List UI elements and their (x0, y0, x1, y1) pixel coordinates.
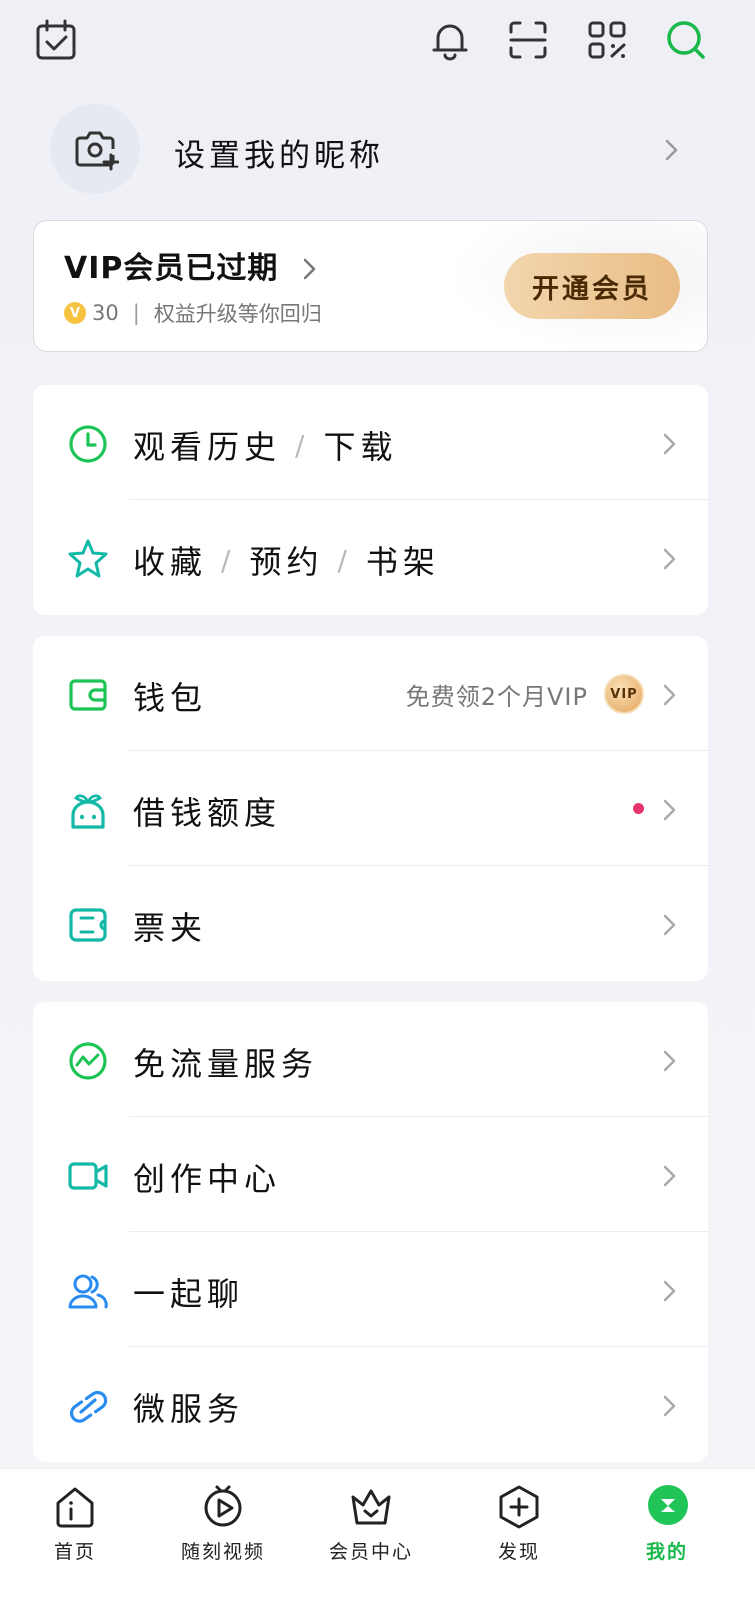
open-vip-button[interactable]: 开通会员 (504, 253, 680, 319)
vip-benefit-text: 权益升级等你回归 (153, 302, 322, 326)
menu-row-creator-center[interactable]: 创作中心 (33, 1117, 708, 1232)
qr-code-icon[interactable] (585, 18, 629, 62)
star-icon (67, 538, 109, 580)
vip-status-title[interactable]: VIP会员已过期 (64, 243, 278, 287)
plus-icon (497, 1483, 541, 1529)
loan-label: 借钱额度 (133, 794, 282, 832)
chevron-right-icon (662, 683, 678, 707)
nav-mine-label: 我的 (645, 1541, 688, 1563)
bookshelf-label[interactable]: 书架 (366, 537, 440, 583)
avatar[interactable] (50, 104, 140, 194)
wallet-label: 钱包 (133, 679, 208, 717)
separator-slash: / (337, 543, 352, 577)
nickname-prompt[interactable]: 设置我的昵称 (174, 130, 384, 175)
menu-group-finance: 钱包 免费领2个月VIP VIP 借钱额度 票夹 (33, 636, 708, 981)
chevron-right-icon (662, 1049, 678, 1073)
chevron-right-icon (662, 547, 678, 571)
coin-value: 30 (92, 301, 119, 325)
play-icon (201, 1483, 245, 1529)
search-icon[interactable] (664, 18, 708, 62)
link-icon (67, 1385, 109, 1427)
micro-services-label: 微服务 (133, 1390, 245, 1428)
history-label[interactable]: 观看历史 (133, 422, 281, 468)
menu-row-loan[interactable]: 借钱额度 (33, 751, 708, 866)
menu-label: 收藏 / 预约 / 书架 (133, 537, 440, 583)
ticket-icon (67, 904, 109, 946)
download-label[interactable]: 下载 (323, 422, 397, 468)
nav-home[interactable]: 首页 (20, 1469, 130, 1600)
chat-users-icon (67, 1270, 109, 1312)
chevron-right-icon (302, 257, 318, 281)
favorites-label[interactable]: 收藏 (133, 537, 207, 583)
scan-icon[interactable] (506, 18, 550, 62)
coin-icon: V (64, 302, 86, 324)
separator-slash: / (295, 428, 310, 462)
calendar-check-icon[interactable] (34, 18, 78, 62)
profile-header[interactable]: 设置我的昵称 (50, 104, 710, 194)
crown-icon (349, 1483, 393, 1529)
menu-row-favorites[interactable]: 收藏 / 预约 / 书架 (33, 500, 708, 615)
clock-icon (67, 423, 109, 465)
menu-label: 观看历史 / 下载 (133, 422, 397, 468)
chevron-right-icon (662, 1279, 678, 1303)
chevron-right-icon (662, 1164, 678, 1188)
sprout-icon (67, 789, 109, 831)
menu-row-chat[interactable]: 一起聊 (33, 1232, 708, 1347)
nav-vip-center-label: 会员中心 (328, 1541, 413, 1563)
creator-center-label: 创作中心 (133, 1160, 282, 1198)
nav-mine[interactable]: 我的 (612, 1469, 722, 1600)
nav-vip-center[interactable]: 会员中心 (316, 1469, 426, 1600)
bottom-navigation: 首页 随刻视频 会员中心 发现 我的 (0, 1468, 755, 1600)
home-icon (53, 1483, 97, 1529)
vip-subtitle: V 30 | 权益升级等你回归 (64, 299, 322, 327)
nav-discover-label: 发现 (497, 1541, 540, 1563)
nav-home-label: 首页 (53, 1541, 96, 1563)
profile-icon (648, 1485, 688, 1525)
menu-row-free-data[interactable]: 免流量服务 (33, 1002, 708, 1117)
chevron-right-icon (664, 138, 680, 162)
chevron-right-icon (662, 798, 678, 822)
separator: | (132, 301, 140, 325)
nav-discover[interactable]: 发现 (464, 1469, 574, 1600)
vip-card[interactable]: VIP会员已过期 V 30 | 权益升级等你回归 开通会员 (33, 220, 708, 352)
menu-group-services: 免流量服务 创作中心 一起聊 微服务 (33, 1002, 708, 1462)
tickets-label: 票夹 (133, 909, 208, 947)
nav-video[interactable]: 随刻视频 (168, 1469, 278, 1600)
data-flow-icon (67, 1040, 109, 1082)
menu-row-micro-services[interactable]: 微服务 (33, 1347, 708, 1462)
menu-group-history: 观看历史 / 下载 收藏 / 预约 / 书架 (33, 385, 708, 615)
bell-icon[interactable] (428, 18, 472, 62)
wallet-icon (67, 674, 109, 716)
vip-badge-icon: VIP (604, 674, 644, 714)
nav-video-label: 随刻视频 (180, 1541, 265, 1563)
free-data-label: 免流量服务 (133, 1045, 319, 1083)
video-camera-icon (67, 1155, 109, 1197)
chat-label: 一起聊 (133, 1275, 245, 1313)
reservation-label[interactable]: 预约 (249, 537, 323, 583)
notification-dot (633, 803, 644, 814)
wallet-promo[interactable]: 免费领2个月VIP VIP (406, 672, 644, 716)
top-bar (0, 0, 755, 80)
menu-row-wallet[interactable]: 钱包 免费领2个月VIP VIP (33, 636, 708, 751)
separator-slash: / (221, 543, 236, 577)
menu-row-history-download[interactable]: 观看历史 / 下载 (33, 385, 708, 500)
wallet-promo-text: 免费领2个月VIP (405, 682, 588, 711)
chevron-right-icon (662, 432, 678, 456)
camera-plus-icon (75, 131, 119, 171)
chevron-right-icon (662, 913, 678, 937)
chevron-right-icon (662, 1394, 678, 1418)
menu-row-tickets[interactable]: 票夹 (33, 866, 708, 981)
